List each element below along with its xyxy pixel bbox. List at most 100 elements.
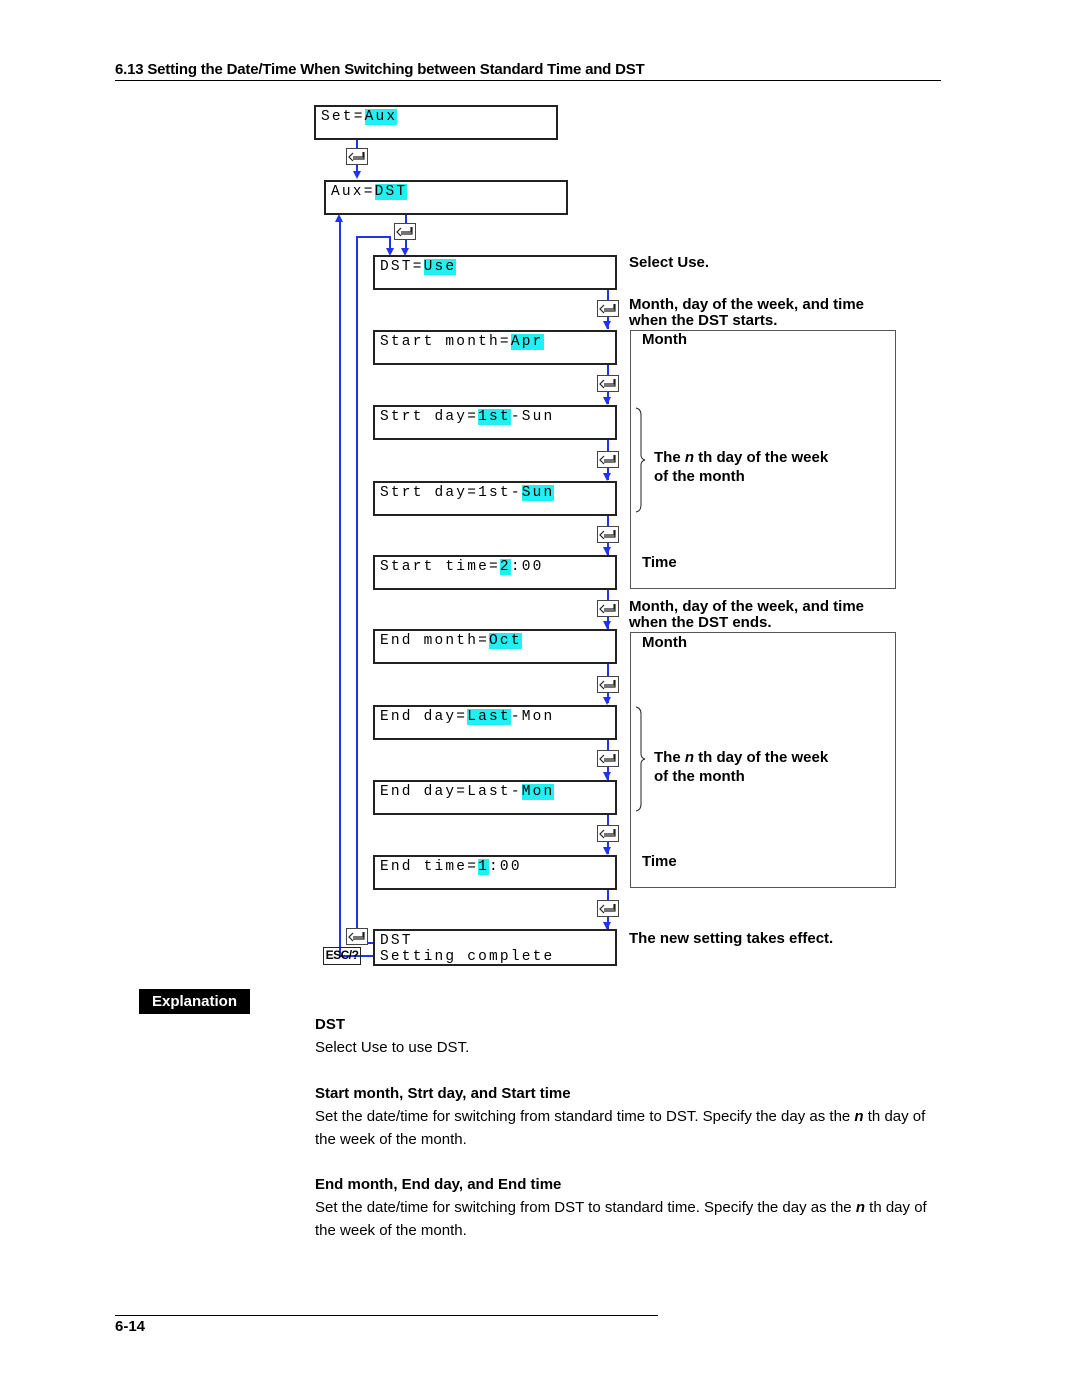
lcd-selected-value: Apr xyxy=(510,334,544,350)
note-nth-day: The n th day of the week xyxy=(654,750,828,766)
note-nth-day: The n th day of the week xyxy=(654,450,828,466)
enter-key-icon[interactable] xyxy=(597,750,619,767)
lcd-selected-value: Mon xyxy=(521,784,555,800)
lcd-text: -Mon xyxy=(510,709,555,725)
expl-dst-text: Select Use to use DST. xyxy=(315,1039,470,1056)
lcd-text: Start month= xyxy=(380,334,511,350)
arrow-down xyxy=(603,473,611,481)
note-select-use: Select Use. xyxy=(629,254,710,271)
arrow-down xyxy=(353,171,361,179)
enter-key-icon[interactable] xyxy=(597,451,619,468)
expl-end-text: Set the date/time for switching from DST… xyxy=(315,1196,935,1242)
brace-icon xyxy=(635,407,646,513)
note-of-month: of the month xyxy=(654,768,745,785)
note-takes-effect: The new setting takes effect. xyxy=(629,930,834,947)
lcd-text: End day=Last- xyxy=(380,784,522,800)
para-n: n xyxy=(855,1199,865,1216)
lcd-text: -Sun xyxy=(510,409,555,425)
lcd-selected-value: Last xyxy=(467,709,511,725)
enter-key-icon[interactable] xyxy=(597,526,619,543)
note-end-title-1: Month, day of the week, and time xyxy=(629,598,865,615)
lcd-selected-value: DST xyxy=(374,184,408,200)
lcd-text: Strt day= xyxy=(380,409,479,425)
enter-key-icon[interactable] xyxy=(597,825,619,842)
enter-key-icon[interactable] xyxy=(597,676,619,693)
arrow-down xyxy=(603,621,611,629)
arrow-down xyxy=(603,321,611,329)
note-text: th day of the week xyxy=(694,749,829,766)
lcd-end-month: End month=Oct xyxy=(373,629,617,664)
expl-start-text: Set the date/time for switching from sta… xyxy=(315,1105,935,1151)
note-n: n xyxy=(684,749,695,766)
heading-rule xyxy=(115,80,941,81)
lcd-text: :00 xyxy=(489,859,522,875)
enter-key-icon[interactable] xyxy=(597,900,619,917)
enter-key-icon[interactable] xyxy=(394,223,416,240)
lcd-text: DST= xyxy=(380,259,424,275)
lcd-selected-value: 1st xyxy=(478,409,511,425)
note-text: The xyxy=(654,449,685,466)
lcd-end-day-dow: End day=Last-Mon xyxy=(373,780,617,815)
lcd-selected-value: 2 xyxy=(499,559,511,575)
lcd-text: End day= xyxy=(380,709,468,725)
para-text: Set the date/time for switching from sta… xyxy=(315,1108,855,1125)
note-month: Month xyxy=(642,331,687,348)
lcd-strt-day-nth: Strt day=1st-Sun xyxy=(373,405,617,440)
para-text: Set the date/time for switching from DST… xyxy=(315,1199,856,1216)
expl-dst-title: DST xyxy=(315,1016,345,1033)
enter-key-icon[interactable] xyxy=(597,375,619,392)
lcd-selected-value: Use xyxy=(423,259,457,275)
enter-key-icon[interactable] xyxy=(346,928,368,945)
lcd-text: :00 xyxy=(510,559,544,575)
lcd-text: Set= xyxy=(321,109,365,125)
esc-key[interactable]: ESC/? xyxy=(323,947,361,965)
brace-icon xyxy=(635,706,646,812)
lcd-text: Aux= xyxy=(331,184,375,200)
lcd-text: End time= xyxy=(380,859,479,875)
lcd-set-aux: Set=Aux xyxy=(314,105,558,140)
note-start-title-1: Month, day of the week, and time xyxy=(629,296,865,313)
lcd-text: Start time= xyxy=(380,559,500,575)
lcd-end-time: End time=1:00 xyxy=(373,855,617,890)
enter-return-line xyxy=(356,236,390,238)
note-time: Time xyxy=(642,554,677,571)
lcd-selected-value: Sun xyxy=(521,485,555,501)
arrow-up xyxy=(335,214,343,222)
note-text: The xyxy=(654,749,685,766)
note-time: Time xyxy=(642,853,677,870)
note-start-title-2: when the DST starts. xyxy=(629,312,778,329)
lcd-selected-value: Oct xyxy=(489,633,522,649)
expl-end-title: End month, End day, and End time xyxy=(315,1176,562,1193)
arrow-down xyxy=(603,547,611,555)
section-heading: 6.13 Setting the Date/Time When Switchin… xyxy=(115,61,645,78)
enter-key-icon[interactable] xyxy=(346,148,368,165)
lcd-dst-use: DST=Use xyxy=(373,255,617,290)
arrow-down xyxy=(603,772,611,780)
lcd-start-time: Start time=2:00 xyxy=(373,555,617,590)
esc-return-line xyxy=(339,222,341,956)
note-text: th day of the week xyxy=(694,449,829,466)
enter-key-icon[interactable] xyxy=(597,300,619,317)
note-of-month: of the month xyxy=(654,468,745,485)
arrow-down xyxy=(603,847,611,855)
lcd-start-month: Start month=Apr xyxy=(373,330,617,365)
page-number: 6-14 xyxy=(115,1318,146,1335)
arrow-down xyxy=(603,697,611,705)
lcd-end-day-nth: End day=Last-Mon xyxy=(373,705,617,740)
lcd-aux-dst: Aux=DST xyxy=(324,180,568,215)
para-n: n xyxy=(854,1108,864,1125)
lcd-strt-day-dow: Strt day=1st-Sun xyxy=(373,481,617,516)
lcd-text: End month= xyxy=(380,633,490,649)
explanation-tag: Explanation xyxy=(139,989,250,1014)
lcd-setting-complete: DST Setting complete xyxy=(373,929,617,966)
note-month: Month xyxy=(642,634,687,651)
note-end-title-2: when the DST ends. xyxy=(629,614,772,631)
lcd-selected-value: Aux xyxy=(364,109,398,125)
enter-key-icon[interactable] xyxy=(597,600,619,617)
lcd-selected-value: 1 xyxy=(478,859,490,875)
lcd-text: DST xyxy=(380,933,413,949)
enter-return-line xyxy=(356,236,358,928)
lcd-text: Setting complete xyxy=(380,949,555,965)
arrow-down xyxy=(603,397,611,405)
note-n: n xyxy=(684,449,695,466)
